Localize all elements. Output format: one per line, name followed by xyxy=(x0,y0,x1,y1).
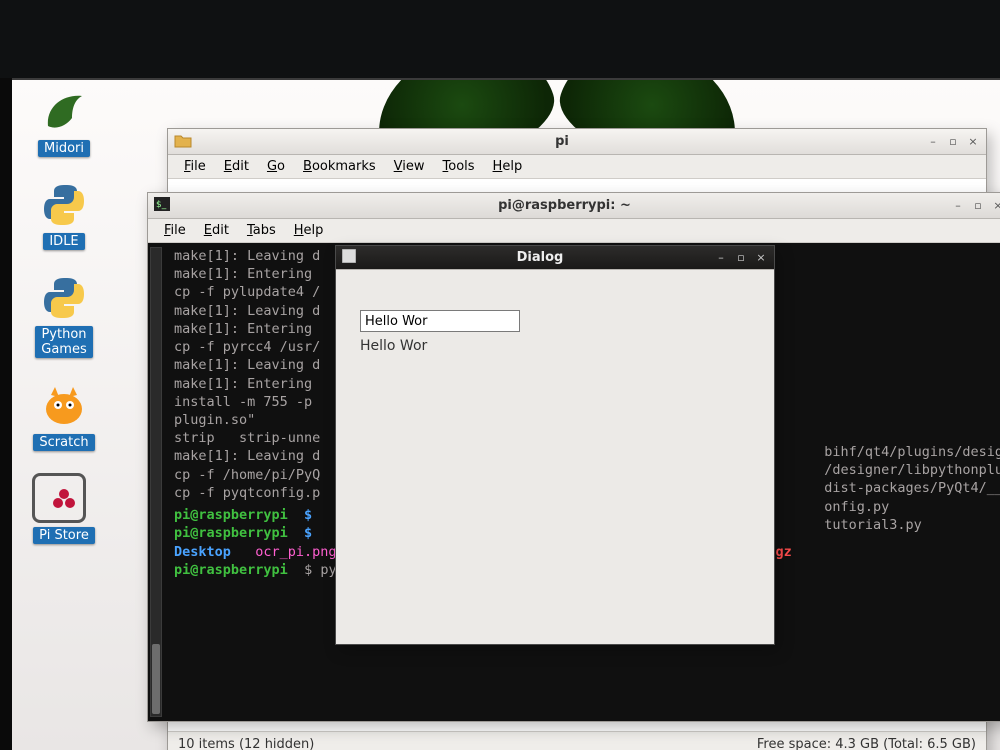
menu-file[interactable]: File xyxy=(156,221,194,240)
terminal-title: pi@raspberrypi: ~ xyxy=(178,198,951,213)
close-button[interactable]: × xyxy=(966,135,980,149)
desktop-icon-label: Scratch xyxy=(33,434,94,451)
maximize-button[interactable]: ▫ xyxy=(946,135,960,149)
desktop[interactable]: Midori IDLE Python Games Scratch Pi Stor… xyxy=(12,78,1000,750)
desktop-icon-midori[interactable]: Midori xyxy=(19,88,109,157)
maximize-button[interactable]: ▫ xyxy=(971,199,985,213)
menu-tabs[interactable]: Tabs xyxy=(239,221,284,240)
dialog-window[interactable]: Dialog – ▫ × Hello Wor xyxy=(335,245,775,645)
desktop-icon-label: Midori xyxy=(38,140,90,157)
close-button[interactable]: × xyxy=(991,199,1000,213)
app-icon xyxy=(342,249,360,267)
minimize-button[interactable]: – xyxy=(714,251,728,265)
terminal-menubar: File Edit Tabs Help xyxy=(148,219,1000,243)
desktop-icon-python-games[interactable]: Python Games xyxy=(19,274,109,358)
desktop-icon-label: Pi Store xyxy=(33,527,95,544)
desktop-icon-label: Python Games xyxy=(35,326,92,358)
menu-edit[interactable]: Edit xyxy=(216,157,257,176)
menu-go[interactable]: Go xyxy=(259,157,293,176)
scrollbar-thumb[interactable] xyxy=(152,644,160,714)
scratch-cat-icon xyxy=(36,382,92,430)
maximize-button[interactable]: ▫ xyxy=(734,251,748,265)
text-input[interactable] xyxy=(360,310,520,332)
dialog-titlebar[interactable]: Dialog – ▫ × xyxy=(336,246,774,270)
dialog-body: Hello Wor xyxy=(336,270,774,644)
menu-help[interactable]: Help xyxy=(485,157,531,176)
status-item-count: 10 items (12 hidden) xyxy=(178,737,314,750)
desktop-icon-pi-store[interactable]: Pi Store xyxy=(19,475,109,544)
menu-edit[interactable]: Edit xyxy=(196,221,237,240)
menu-help[interactable]: Help xyxy=(286,221,332,240)
close-button[interactable]: × xyxy=(754,251,768,265)
file-manager-title: pi xyxy=(198,134,926,149)
desktop-icon-scratch[interactable]: Scratch xyxy=(19,382,109,451)
menu-view[interactable]: View xyxy=(386,157,433,176)
dialog-title: Dialog xyxy=(366,250,714,265)
minimize-button[interactable]: – xyxy=(926,135,940,149)
file-manager-menubar: File Edit Go Bookmarks View Tools Help xyxy=(168,155,986,179)
leaf-icon xyxy=(36,88,92,136)
pi-store-icon xyxy=(36,475,92,523)
terminal-icon: $_ xyxy=(154,197,172,215)
menu-tools[interactable]: Tools xyxy=(435,157,483,176)
python-icon xyxy=(36,274,92,322)
desktop-icon-label: IDLE xyxy=(43,233,84,250)
echo-label: Hello Wor xyxy=(360,338,750,354)
menu-file[interactable]: File xyxy=(176,157,214,176)
menu-bookmarks[interactable]: Bookmarks xyxy=(295,157,384,176)
desktop-icons: Midori IDLE Python Games Scratch Pi Stor… xyxy=(16,88,112,544)
desktop-icon-idle[interactable]: IDLE xyxy=(19,181,109,250)
python-icon xyxy=(36,181,92,229)
folder-icon xyxy=(174,133,192,151)
file-manager-titlebar[interactable]: pi – ▫ × xyxy=(168,129,986,155)
terminal-scrollbar[interactable] xyxy=(150,247,162,717)
svg-text:$_: $_ xyxy=(156,200,167,210)
file-manager-statusbar: 10 items (12 hidden) Free space: 4.3 GB … xyxy=(168,731,986,750)
status-free-space: Free space: 4.3 GB (Total: 6.5 GB) xyxy=(757,737,976,750)
minimize-button[interactable]: – xyxy=(951,199,965,213)
terminal-titlebar[interactable]: $_ pi@raspberrypi: ~ – ▫ × xyxy=(148,193,1000,219)
